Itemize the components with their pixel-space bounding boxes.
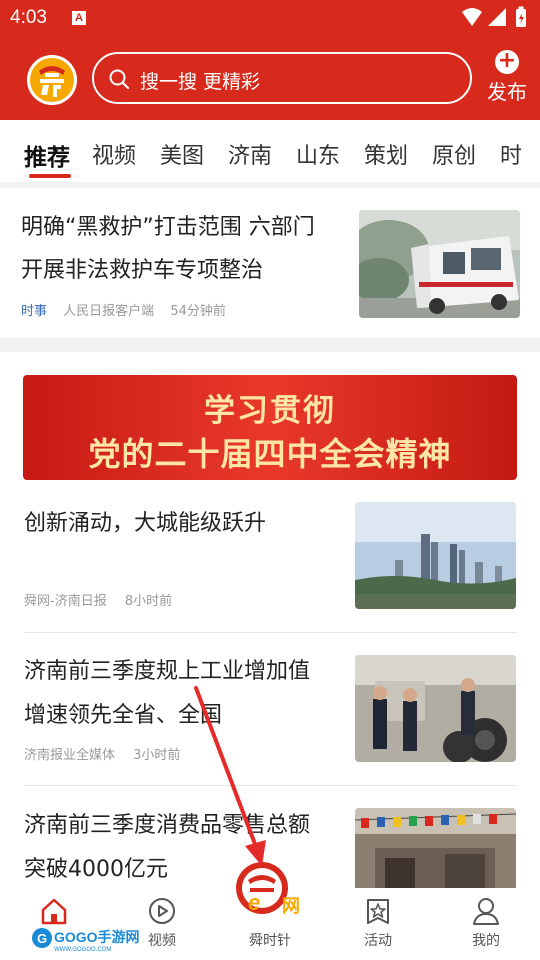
status-time: 4:03 [10, 7, 47, 28]
shunwang-logo-icon[interactable] [27, 55, 77, 105]
news-time: 54分钟前 [170, 304, 226, 319]
tab-jinan[interactable]: 济南 [228, 138, 272, 170]
tab-planning[interactable]: 策划 [364, 138, 408, 170]
news-title: 明确“黑救护”打击范围 六部门 开展非法救护车专项整治 [21, 206, 341, 292]
feed-divider [24, 632, 517, 633]
notification-icon: A [72, 11, 86, 25]
search-bar[interactable]: 搜一搜 更精彩 [92, 52, 472, 104]
news-card-top[interactable]: 明确“黑救护”打击范围 六部门 开展非法救护车专项整治 时事 人民日报客户端 5… [0, 188, 540, 338]
news-title: 创新涌动，大城能级跃升 [24, 502, 342, 546]
watermark-brand-text: GOGO手游网 [54, 929, 140, 945]
news-meta: 时事 人民日报客户端 54分钟前 [21, 300, 226, 319]
news-title-line: 济南前三季度消费品零售总额 [24, 813, 311, 838]
status-bar: 4:03 A [0, 0, 540, 36]
center-logo-text: 网 [282, 896, 300, 917]
shunshizhen-logo-icon: e 网 [236, 862, 300, 917]
system-status-icons [462, 6, 526, 27]
nav-activity-label: 活动 [364, 933, 392, 949]
news-title-line: 开展非法救护车专项整治 [21, 258, 264, 283]
nav-center-label: 舜时针 [249, 933, 291, 949]
search-icon [109, 69, 130, 90]
tab-recommend[interactable]: 推荐 [24, 138, 70, 172]
tab-original[interactable]: 原创 [432, 138, 476, 170]
wifi-icon [462, 8, 482, 26]
svg-text:e: e [248, 890, 260, 915]
publish-button[interactable]: + 发布 [484, 50, 530, 106]
news-thumbnail-factory [355, 655, 516, 762]
gogo-watermark-logo: G GOGO手游网 WWW.GOGOO.COM [32, 928, 140, 953]
watermark-url-text: WWW.GOGOO.COM [54, 947, 111, 953]
tab-current[interactable]: 时 [500, 138, 522, 170]
news-source: 济南报业全媒体 [24, 748, 116, 763]
feed-divider [24, 785, 517, 786]
news-feed: 学习贯彻 党的二十届四中全会精神 创新涌动，大城能级跃升 舜网-济南日报 8小时… [0, 352, 540, 892]
nav-activity[interactable]: 活动 [338, 896, 418, 950]
signal-icon [488, 8, 506, 26]
nav-shunshizhen[interactable]: e 网 舜时针 [230, 858, 310, 958]
nav-mine[interactable]: 我的 [446, 896, 526, 950]
news-title-line: 创新涌动，大城能级跃升 [24, 511, 267, 536]
news-source: 舜网-济南日报 [24, 594, 107, 609]
news-title-line: 增速领先全省、全国 [24, 703, 223, 728]
news-title-line: 明确“黑救护”打击范围 六部门 [21, 215, 315, 240]
tab-photos[interactable]: 美图 [160, 138, 204, 170]
news-meta: 济南报业全媒体 3小时前 [24, 744, 180, 763]
news-category: 时事 [21, 304, 48, 319]
active-tab-indicator [29, 174, 71, 178]
profile-icon [473, 898, 499, 925]
news-meta: 舜网-济南日报 8小时前 [24, 590, 172, 609]
search-placeholder: 搜一搜 更精彩 [140, 71, 261, 93]
news-time: 3小时前 [133, 748, 181, 763]
publish-label: 发布 [487, 80, 527, 104]
news-item[interactable]: 济南前三季度规上工业增加值 增速领先全省、全国 济南报业全媒体 3小时前 [0, 650, 540, 803]
news-title-line: 济南前三季度规上工业增加值 [24, 659, 311, 684]
app-screen: 4:03 A 搜一搜 更精彩 + 发布 推荐 视频 美图 济南 山东 策划 原创… [0, 0, 540, 960]
news-source: 人民日报客户端 [63, 304, 155, 319]
promo-banner[interactable]: 学习贯彻 党的二十届四中全会精神 [23, 375, 517, 480]
category-tabs: 推荐 视频 美图 济南 山东 策划 原创 时 [0, 120, 540, 182]
tab-shandong[interactable]: 山东 [296, 138, 340, 170]
banner-line1: 学习贯彻 [204, 393, 336, 429]
app-header: 搜一搜 更精彩 + 发布 [0, 36, 540, 120]
nav-video-label: 视频 [148, 933, 176, 949]
tab-video[interactable]: 视频 [92, 138, 136, 170]
activity-star-icon [367, 899, 389, 924]
home-icon [41, 898, 67, 925]
news-time: 8小时前 [124, 594, 173, 609]
video-play-icon [149, 898, 175, 924]
nav-mine-label: 我的 [472, 933, 500, 949]
news-thumbnail-market [355, 808, 516, 892]
news-thumbnail-skyline [355, 502, 516, 609]
svg-text:G: G [37, 931, 47, 946]
plus-icon: + [495, 50, 519, 74]
news-thumbnail-ambulance [359, 210, 520, 318]
banner-line2: 党的二十届四中全会精神 [88, 435, 452, 473]
bottom-navigation: 首页 视频 e 网 舜时针 活动 [0, 862, 540, 960]
news-title: 济南前三季度规上工业增加值 增速领先全省、全国 [24, 650, 342, 738]
